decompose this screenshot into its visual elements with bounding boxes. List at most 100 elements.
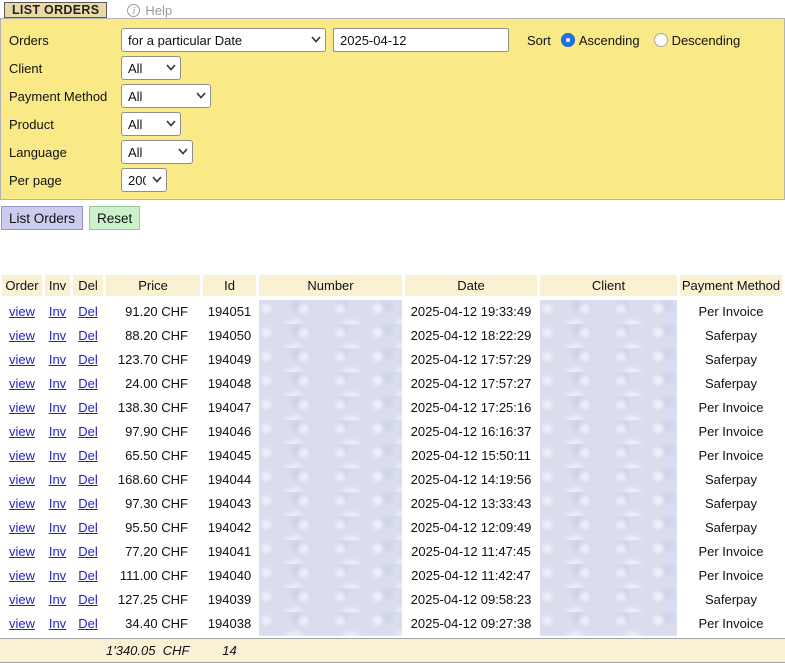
totals-row: 1'340.05 CHF 14: [0, 638, 785, 663]
sort-label: Sort: [527, 33, 551, 48]
date-input[interactable]: [333, 28, 509, 52]
redacted-client: [540, 516, 677, 540]
invoice-link[interactable]: Inv: [49, 304, 66, 319]
delete-link[interactable]: Del: [78, 544, 98, 559]
invoice-link[interactable]: Inv: [49, 544, 66, 559]
view-link[interactable]: view: [9, 544, 35, 559]
product-select-control[interactable]: All: [121, 112, 181, 136]
payment-method-select-control[interactable]: All: [121, 84, 211, 108]
view-link[interactable]: view: [9, 424, 35, 439]
table-header-row: Order Inv Del Price Id Number Date Clien…: [0, 275, 785, 296]
payment-method-label: Payment Method: [9, 89, 121, 104]
orders-label: Orders: [9, 33, 121, 48]
view-cell: view: [2, 540, 42, 564]
delete-link[interactable]: Del: [78, 400, 98, 415]
delete-link[interactable]: Del: [78, 568, 98, 583]
price-cell: 111.00 CHF: [106, 564, 200, 588]
delete-link[interactable]: Del: [78, 448, 98, 463]
language-select[interactable]: All: [121, 140, 193, 164]
view-link[interactable]: view: [9, 592, 35, 607]
invoice-link[interactable]: Inv: [49, 496, 66, 511]
payment-method-cell: Saferpay: [680, 588, 782, 612]
delete-link[interactable]: Del: [78, 496, 98, 511]
invoice-link[interactable]: Inv: [49, 592, 66, 607]
delete-link[interactable]: Del: [78, 472, 98, 487]
product-select[interactable]: All: [121, 112, 181, 136]
sort-descending-radio[interactable]: Descending: [654, 33, 741, 48]
view-link[interactable]: view: [9, 328, 35, 343]
list-orders-button[interactable]: List Orders: [1, 206, 83, 230]
inv-cell: Inv: [45, 612, 70, 636]
view-link[interactable]: view: [9, 568, 35, 583]
language-filter-row: Language All: [9, 140, 784, 164]
per-page-select-control[interactable]: 200: [121, 168, 167, 192]
del-cell: Del: [73, 348, 103, 372]
delete-link[interactable]: Del: [78, 520, 98, 535]
delete-link[interactable]: Del: [78, 592, 98, 607]
total-count: 14: [203, 639, 256, 662]
invoice-link[interactable]: Inv: [49, 424, 66, 439]
invoice-link[interactable]: Inv: [49, 400, 66, 415]
date-cell: 2025-04-12 09:58:23: [405, 588, 537, 612]
radio-unchecked-icon: [654, 33, 668, 47]
invoice-link[interactable]: Inv: [49, 472, 66, 487]
view-link[interactable]: view: [9, 616, 35, 631]
order-id-cell: 194047: [203, 396, 256, 420]
order-number-cell: [259, 324, 402, 348]
payment-method-cell: Per Invoice: [680, 612, 782, 636]
header-client: Client: [540, 275, 677, 296]
invoice-link[interactable]: Inv: [49, 448, 66, 463]
orders-mode-select-control[interactable]: for a particular Date: [121, 28, 326, 52]
redacted-number: [259, 300, 402, 324]
payment-method-select[interactable]: All: [121, 84, 211, 108]
redacted-client: [540, 444, 677, 468]
orders-mode-select[interactable]: for a particular Date: [121, 28, 326, 52]
delete-link[interactable]: Del: [78, 328, 98, 343]
invoice-link[interactable]: Inv: [49, 616, 66, 631]
help-link[interactable]: i Help: [127, 3, 172, 18]
view-link[interactable]: view: [9, 352, 35, 367]
inv-cell: Inv: [45, 588, 70, 612]
redacted-client: [540, 420, 677, 444]
date-cell: 2025-04-12 17:25:16: [405, 396, 537, 420]
invoice-link[interactable]: Inv: [49, 352, 66, 367]
delete-link[interactable]: Del: [78, 424, 98, 439]
reset-button[interactable]: Reset: [89, 206, 140, 230]
invoice-link[interactable]: Inv: [49, 328, 66, 343]
invoice-link[interactable]: Inv: [49, 568, 66, 583]
view-link[interactable]: view: [9, 496, 35, 511]
invoice-link[interactable]: Inv: [49, 376, 66, 391]
per-page-filter-row: Per page 200: [9, 168, 784, 192]
date-cell: 2025-04-12 11:42:47: [405, 564, 537, 588]
redacted-number: [259, 372, 402, 396]
delete-link[interactable]: Del: [78, 352, 98, 367]
view-link[interactable]: view: [9, 472, 35, 487]
redacted-number: [259, 420, 402, 444]
price-cell: 97.90 CHF: [106, 420, 200, 444]
help-label: Help: [145, 3, 172, 18]
view-link[interactable]: view: [9, 376, 35, 391]
inv-cell: Inv: [45, 300, 70, 324]
order-number-cell: [259, 540, 402, 564]
client-cell: [540, 468, 677, 492]
view-link[interactable]: view: [9, 304, 35, 319]
client-select-control[interactable]: All: [121, 56, 181, 80]
price-cell: 138.30 CHF: [106, 396, 200, 420]
inv-cell: Inv: [45, 372, 70, 396]
del-cell: Del: [73, 564, 103, 588]
view-link[interactable]: view: [9, 448, 35, 463]
view-link[interactable]: view: [9, 400, 35, 415]
client-select[interactable]: All: [121, 56, 181, 80]
table-row: view Inv Del 123.70 CHF 194049 2025-04-1…: [0, 348, 785, 372]
invoice-link[interactable]: Inv: [49, 520, 66, 535]
delete-link[interactable]: Del: [78, 376, 98, 391]
sort-ascending-label: Ascending: [579, 33, 640, 48]
view-cell: view: [2, 348, 42, 372]
delete-link[interactable]: Del: [78, 616, 98, 631]
view-link[interactable]: view: [9, 520, 35, 535]
per-page-select[interactable]: 200: [121, 168, 167, 192]
delete-link[interactable]: Del: [78, 304, 98, 319]
order-number-cell: [259, 420, 402, 444]
language-select-control[interactable]: All: [121, 140, 193, 164]
sort-ascending-radio[interactable]: Ascending: [561, 33, 640, 48]
